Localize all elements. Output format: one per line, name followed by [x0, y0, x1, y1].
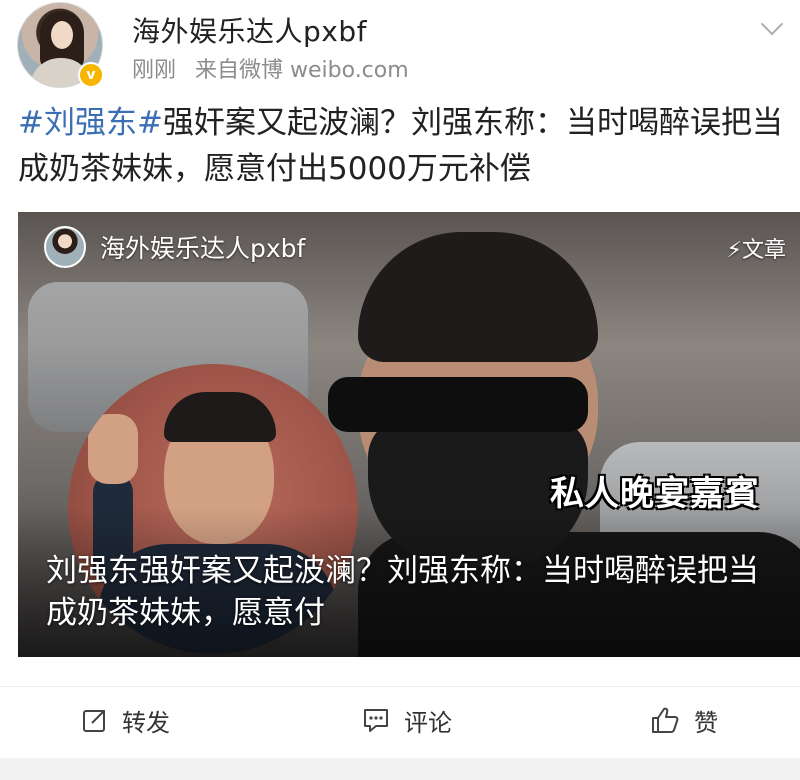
post-time: 刚刚	[132, 58, 177, 83]
username[interactable]: 海外娱乐达人pxbf	[132, 10, 367, 50]
like-button[interactable]: 赞	[650, 692, 718, 748]
post-source: 来自微博 weibo.com	[195, 58, 409, 83]
post-header: v 海外娱乐达人pxbf 刚刚 来自微博 weibo.com	[0, 0, 800, 95]
repost-button[interactable]: 转发	[82, 692, 170, 748]
verified-badge-icon: v	[78, 62, 104, 88]
footer-band	[0, 758, 800, 780]
repost-icon	[83, 710, 105, 732]
action-bar: 转发 评论 赞	[0, 692, 800, 748]
chevron-down-icon[interactable]	[760, 12, 784, 36]
article-card[interactable]: 私人晚宴嘉賓 海外娱乐达人pxbf ⚡文章 刘强东强奸案又起波澜？刘强东称：当时…	[18, 212, 800, 657]
comment-icon	[364, 709, 388, 732]
article-type-label: ⚡文章	[726, 238, 786, 263]
post-meta: 刚刚 来自微博 weibo.com	[132, 52, 421, 84]
like-label: 赞	[694, 708, 718, 737]
repost-label: 转发	[122, 708, 170, 737]
hashtag-link[interactable]: #刘强东#	[18, 105, 163, 141]
card-header: 海外娱乐达人pxbf	[44, 226, 305, 268]
card-title: 刘强东强奸案又起波澜？刘强东称：当时喝醉误把当成奶茶妹妹，愿意付	[46, 553, 759, 631]
comment-button[interactable]: 评论	[362, 692, 452, 748]
post-text: #刘强东#强奸案又起波澜？刘强东称：当时喝醉误把当成奶茶妹妹，愿意付出5000万…	[18, 100, 788, 192]
divider	[0, 686, 800, 687]
thumbs-up-icon	[652, 707, 679, 733]
card-author-avatar	[44, 226, 86, 268]
card-author: 海外娱乐达人pxbf	[100, 234, 306, 263]
comment-label: 评论	[404, 708, 452, 737]
